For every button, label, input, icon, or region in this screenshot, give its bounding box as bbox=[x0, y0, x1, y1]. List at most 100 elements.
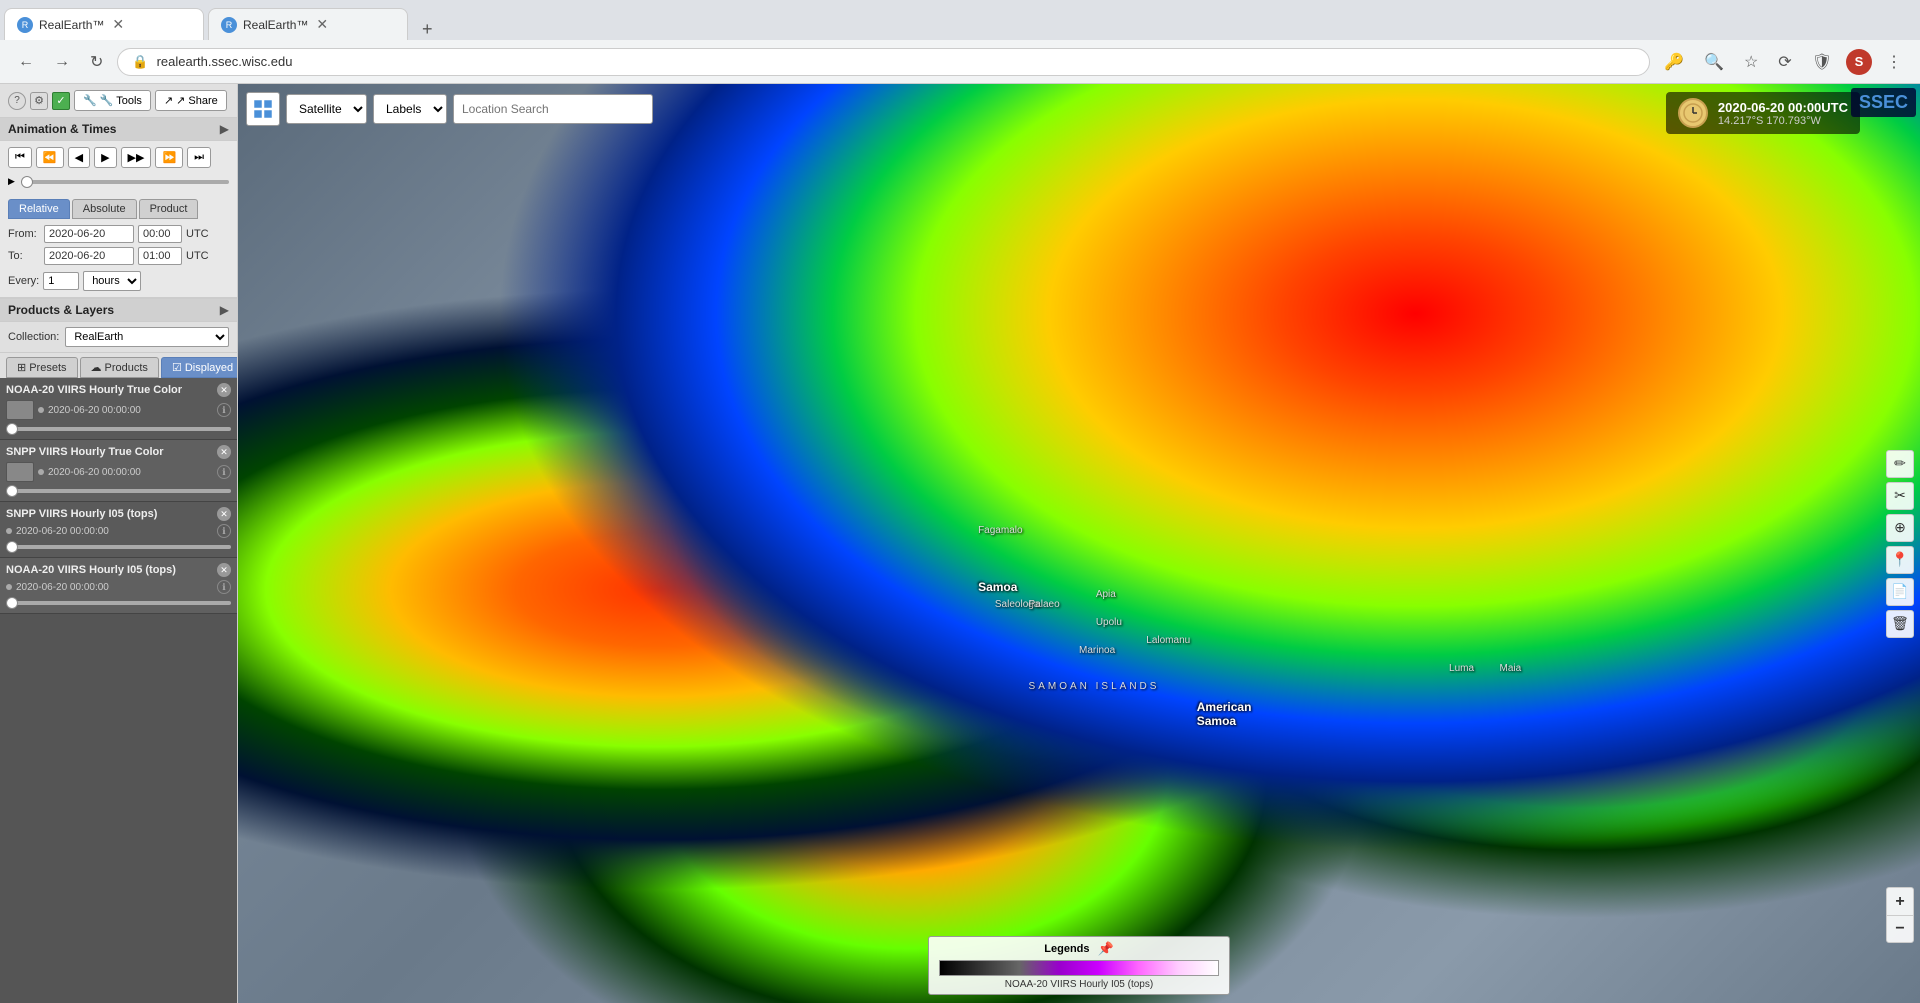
map-area[interactable]: Satellite Labels 2020-06-20 00:00U bbox=[238, 84, 1920, 1003]
layer-4-header: NOAA-20 VIIRS Hourly I05 (tops) ✕ bbox=[6, 563, 231, 577]
tab-product[interactable]: Product bbox=[139, 199, 199, 219]
from-date-input[interactable] bbox=[44, 225, 134, 243]
add-button[interactable]: ⊕ bbox=[1886, 514, 1914, 542]
layer-2-close-button[interactable]: ✕ bbox=[217, 445, 231, 459]
map-satellite-select[interactable]: Satellite bbox=[286, 94, 367, 124]
new-tab-button[interactable]: + bbox=[416, 19, 439, 40]
map-grid-button[interactable] bbox=[246, 92, 280, 126]
layer-item-3: NOAA-20 VIIRS Hourly I05 (tops) ✕ 2020-0… bbox=[0, 558, 237, 614]
map-coords-text: 14.217°S 170.793°W bbox=[1718, 115, 1848, 127]
draw-button[interactable]: ✏ bbox=[1886, 450, 1914, 478]
legends-header: Legends 📌 bbox=[1044, 941, 1113, 957]
tab-2-close[interactable]: ✕ bbox=[316, 16, 328, 33]
label-american-samoa: AmericanSamoa bbox=[1197, 700, 1252, 728]
lock-icon: 🔒 bbox=[132, 54, 148, 70]
tab-products[interactable]: ☁ Products bbox=[80, 357, 159, 378]
layer-3-slider[interactable] bbox=[6, 545, 231, 549]
grid-icon bbox=[253, 99, 273, 119]
tab-2[interactable]: R RealEarth™ ✕ bbox=[208, 8, 408, 40]
from-time-input[interactable] bbox=[138, 225, 182, 243]
delete-button[interactable]: 🗑 bbox=[1886, 610, 1914, 638]
share-icon: ↗ bbox=[164, 94, 173, 107]
tab-relative[interactable]: Relative bbox=[8, 199, 70, 219]
tab-absolute[interactable]: Absolute bbox=[72, 199, 137, 219]
tab-1-close[interactable]: ✕ bbox=[112, 16, 124, 33]
pin-icon[interactable]: 📌 bbox=[1098, 941, 1114, 957]
layer-2-slider[interactable] bbox=[6, 489, 231, 493]
anim-begin-button[interactable]: ⏮ bbox=[8, 147, 32, 168]
menu-dots-icon[interactable]: ⋮ bbox=[1880, 48, 1908, 76]
layers-list: NOAA-20 VIIRS Hourly True Color ✕ 2020-0… bbox=[0, 378, 237, 1003]
layer-1-close-button[interactable]: ✕ bbox=[217, 383, 231, 397]
legends-label: Legends bbox=[1044, 943, 1089, 955]
layer-3-timestamp: 2020-06-20 00:00:00 bbox=[16, 526, 109, 537]
search-icon[interactable]: 🔍 bbox=[1698, 48, 1730, 76]
time-fields: From: UTC To: UTC bbox=[0, 219, 237, 271]
layer-3-info-button[interactable]: ℹ bbox=[217, 524, 231, 538]
map-search-input[interactable] bbox=[453, 94, 653, 124]
tools-button[interactable]: 🔧 🔧 Tools bbox=[74, 90, 151, 111]
to-date-input[interactable] bbox=[44, 247, 134, 265]
map-background: Satellite Labels 2020-06-20 00:00U bbox=[238, 84, 1920, 1003]
bookmark-icon[interactable]: ☆ bbox=[1738, 48, 1764, 76]
every-num-input[interactable] bbox=[43, 272, 79, 290]
sidebar: ? ⚙ ✓ 🔧 🔧 Tools ↗ ↗ Share Animation & Ti… bbox=[0, 84, 238, 1003]
products-panel-toggle[interactable]: ▶ bbox=[220, 303, 229, 317]
animation-panel-title: Animation & Times bbox=[8, 122, 116, 136]
map-labels-select[interactable]: Labels bbox=[373, 94, 447, 124]
label-samoan-islands: SAMOAN ISLANDS bbox=[1029, 681, 1160, 692]
layer-4-name: NOAA-20 VIIRS Hourly I05 (tops) bbox=[6, 564, 217, 576]
back-button[interactable]: ← bbox=[12, 49, 40, 75]
shield-icon[interactable]: 🛡 bbox=[1806, 48, 1838, 76]
layer-1-info-button[interactable]: ℹ bbox=[217, 403, 231, 417]
layer-1-timestamp: 2020-06-20 00:00:00 bbox=[48, 405, 141, 416]
animation-panel-toggle[interactable]: ▶ bbox=[220, 122, 229, 136]
layer-1-dot bbox=[38, 407, 44, 413]
help-button[interactable]: ? bbox=[8, 92, 26, 110]
zoom-in-button[interactable]: + bbox=[1886, 887, 1914, 915]
forward-button[interactable]: → bbox=[48, 49, 76, 75]
anim-play-button[interactable]: ▶ bbox=[94, 147, 116, 168]
label-fagamalo: Fagamalo bbox=[978, 525, 1022, 536]
tab-1[interactable]: R RealEarth™ ✕ bbox=[4, 8, 204, 40]
anim-prev-button[interactable]: ◀ bbox=[68, 147, 90, 168]
animation-slider[interactable] bbox=[21, 180, 229, 184]
clock-icon bbox=[1678, 98, 1708, 128]
tab-presets[interactable]: ⊞ Presets bbox=[6, 357, 78, 378]
document-button[interactable]: 📄 bbox=[1886, 578, 1914, 606]
password-icon[interactable]: 🔑 bbox=[1658, 48, 1690, 76]
tab-2-label: RealEarth™ bbox=[243, 18, 308, 32]
settings-button[interactable]: ⚙ bbox=[30, 92, 48, 110]
update-icon[interactable]: ⟳ bbox=[1772, 48, 1797, 76]
zoom-out-button[interactable]: − bbox=[1886, 915, 1914, 943]
layer-1-slider[interactable] bbox=[6, 427, 231, 431]
to-time-input[interactable] bbox=[138, 247, 182, 265]
profile-avatar[interactable]: S bbox=[1846, 49, 1872, 75]
anim-end-button[interactable]: ⏭ bbox=[187, 147, 211, 168]
anim-step-back-button[interactable]: ⏪ bbox=[36, 147, 64, 168]
time-tabs: Relative Absolute Product bbox=[0, 193, 237, 219]
anim-next-button[interactable]: ▶▶ bbox=[121, 147, 152, 168]
layer-1-header: NOAA-20 VIIRS Hourly True Color ✕ bbox=[6, 383, 231, 397]
reload-button[interactable]: ↻ bbox=[84, 48, 109, 76]
layer-4-close-button[interactable]: ✕ bbox=[217, 563, 231, 577]
tab-displayed[interactable]: ☑ Displayed bbox=[161, 357, 237, 378]
layer-item-0: NOAA-20 VIIRS Hourly True Color ✕ 2020-0… bbox=[0, 378, 237, 440]
checkbox-button[interactable]: ✓ bbox=[52, 92, 70, 110]
products-panel: Products & Layers ▶ Collection: RealEart… bbox=[0, 298, 237, 1003]
play-small-icon: ▶ bbox=[8, 176, 15, 187]
pin-button[interactable]: 📍 bbox=[1886, 546, 1914, 574]
address-bar[interactable]: 🔒 realearth.ssec.wisc.edu bbox=[117, 48, 1650, 76]
layer-3-close-button[interactable]: ✕ bbox=[217, 507, 231, 521]
cut-button[interactable]: ✂ bbox=[1886, 482, 1914, 510]
layer-item-2: SNPP VIIRS Hourly I05 (tops) ✕ 2020-06-2… bbox=[0, 502, 237, 558]
layer-4-slider[interactable] bbox=[6, 601, 231, 605]
collection-select[interactable]: RealEarth bbox=[65, 327, 229, 347]
animation-slider-row: ▶ bbox=[0, 174, 237, 193]
anim-step-fwd-button[interactable]: ⏩ bbox=[155, 147, 183, 168]
every-unit-select[interactable]: hours bbox=[83, 271, 141, 291]
sidebar-toolbar: ? ⚙ ✓ 🔧 🔧 Tools ↗ ↗ Share bbox=[0, 84, 237, 118]
share-button[interactable]: ↗ ↗ Share bbox=[155, 90, 227, 111]
layer-4-info-button[interactable]: ℹ bbox=[217, 580, 231, 594]
layer-2-info-button[interactable]: ℹ bbox=[217, 465, 231, 479]
